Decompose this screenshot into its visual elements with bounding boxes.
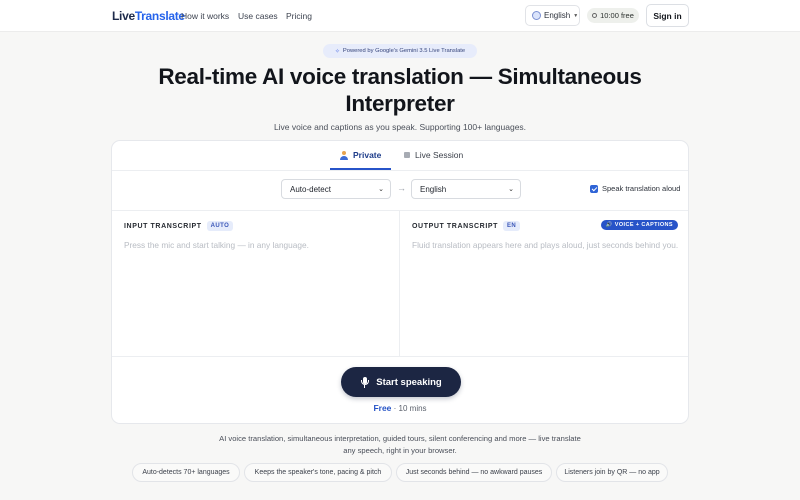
- nav-pricing[interactable]: Pricing: [286, 11, 312, 21]
- output-transcript-header: OUTPUT TRANSCRIPT EN: [412, 221, 521, 231]
- logo-main: Live: [112, 9, 135, 23]
- input-transcript-pane[interactable]: INPUT TRANSCRIPT AUTO Press the mic and …: [112, 211, 400, 356]
- person-icon: [340, 150, 348, 160]
- language-badge: EN: [503, 221, 521, 231]
- logo-accent: Translate: [134, 9, 185, 23]
- nav-how-it-works[interactable]: How it works: [181, 11, 229, 21]
- free-minutes-note: Free · 10 mins: [112, 403, 688, 413]
- voice-captions-badge: 🔊 VOICE + CAPTIONS: [600, 220, 678, 230]
- chevron-down-icon: ⌄: [378, 186, 384, 193]
- target-language-value: English: [420, 184, 447, 194]
- globe-icon: [532, 11, 541, 20]
- powered-by-text: Powered by Google's Gemini 3.5 Live Tran…: [342, 48, 466, 54]
- target-language-select[interactable]: English ⌄: [411, 179, 521, 199]
- start-speaking-label: Start speaking: [376, 376, 442, 388]
- active-tab-indicator: [330, 168, 391, 170]
- output-transcript-pane[interactable]: OUTPUT TRANSCRIPT EN 🔊 VOICE + CAPTIONS …: [400, 211, 688, 356]
- free-duration: · 10 mins: [393, 404, 427, 413]
- feature-description: AI voice translation, simultaneous inter…: [219, 434, 581, 455]
- output-placeholder: Fluid translation appears here and plays…: [412, 240, 679, 250]
- source-language-select[interactable]: Auto-detect ⌄: [281, 179, 391, 199]
- auto-badge: AUTO: [206, 221, 234, 231]
- tab-live-session-label: Live Session: [415, 150, 464, 160]
- mic-icon: [360, 376, 369, 388]
- start-speaking-button[interactable]: Start speaking: [341, 367, 461, 397]
- checkbox-icon[interactable]: [590, 184, 598, 193]
- mode-tabs: Private Live Session: [112, 141, 688, 171]
- feature-chip: Listeners join by QR — no app: [556, 463, 668, 482]
- sign-in-button[interactable]: Sign in: [646, 4, 689, 27]
- sparkle-icon: ✧: [334, 48, 340, 55]
- input-placeholder: Press the mic and start talking — in any…: [124, 240, 309, 250]
- source-language-value: Auto-detect: [290, 184, 331, 194]
- card-footer: Start speaking Free · 10 mins: [112, 356, 688, 423]
- powered-by-pill: ✧ Powered by Google's Gemini 3.5 Live Tr…: [323, 44, 477, 58]
- timer-icon: [592, 13, 598, 18]
- language-controls: Auto-detect ⌄ → English ⌄ Speak translat…: [112, 171, 688, 211]
- language-selector[interactable]: English ▼: [525, 5, 580, 26]
- feature-chip: Just seconds behind — no awkward pauses: [396, 463, 552, 482]
- output-transcript-title: OUTPUT TRANSCRIPT: [412, 222, 499, 230]
- top-bar: LiveTranslate How it works Use cases Pri…: [0, 0, 800, 32]
- free-timer-badge: 10:00 free: [587, 8, 639, 23]
- feature-chip: Auto-detects 70+ languages: [132, 463, 240, 482]
- page-subtitle: Live voice and captions as you speak. Su…: [273, 122, 527, 132]
- feature-chip: Keeps the speaker's tone, pacing & pitch: [244, 463, 392, 482]
- speak-aloud-label: Speak translation aloud: [602, 184, 681, 193]
- arrow-right-icon: →: [397, 183, 406, 193]
- free-label: Free: [373, 403, 392, 413]
- tab-private-label: Private: [353, 150, 382, 160]
- input-transcript-title: INPUT TRANSCRIPT: [124, 222, 202, 230]
- input-transcript-header: INPUT TRANSCRIPT AUTO: [124, 221, 234, 231]
- chevron-down-icon: ⌄: [508, 186, 514, 193]
- timer-label: 10:00 free: [600, 11, 634, 20]
- tab-private[interactable]: Private: [340, 150, 381, 160]
- speak-aloud-toggle[interactable]: Speak translation aloud: [590, 184, 680, 193]
- page-title: Real-time AI voice translation — Simulta…: [158, 64, 642, 116]
- nav-use-cases[interactable]: Use cases: [238, 11, 278, 21]
- tab-live-session[interactable]: Live Session: [404, 150, 463, 160]
- session-icon: [404, 152, 410, 158]
- logo[interactable]: LiveTranslate: [112, 9, 185, 23]
- language-label: English: [544, 11, 571, 20]
- chevron-down-icon: ▼: [573, 12, 579, 19]
- translator-card: Private Live Session Auto-detect ⌄ → Eng…: [111, 140, 689, 424]
